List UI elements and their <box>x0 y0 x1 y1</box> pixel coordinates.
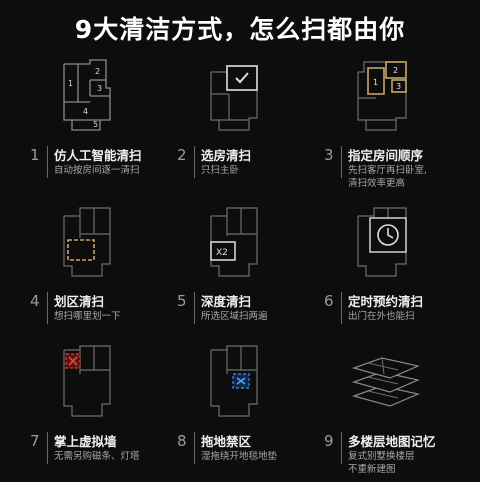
feature-desc: 无需另购磁条、灯塔 <box>54 451 140 462</box>
feature-desc: 先扫客厅再扫卧室, 清扫效率更高 <box>348 165 428 189</box>
feature-desc: 自动按房间逐一清扫 <box>54 165 140 176</box>
feature-number: 3 <box>324 146 334 164</box>
divider <box>47 432 48 464</box>
feature-card-8: 8 拖地禁区 湿拖绕开地毯地垫 <box>167 344 313 482</box>
feature-number: 9 <box>324 432 334 450</box>
feature-number: 1 <box>30 146 40 164</box>
feature-title: 指定房间顺序 <box>348 148 424 163</box>
feature-number: 8 <box>177 432 187 450</box>
feature-card-5: X2 5 深度清扫 所选区域扫两遍 <box>167 204 313 342</box>
feature-number: 4 <box>30 292 40 310</box>
feature-title: 掌上虚拟墙 <box>54 434 117 449</box>
feature-desc: 只扫主卧 <box>201 165 240 176</box>
feature-card-4: 4 划区清扫 想扫哪里划一下 <box>20 204 166 342</box>
feature-card-7: 7 掌上虚拟墙 无需另购磁条、灯塔 <box>20 344 166 482</box>
feature-number: 6 <box>324 292 334 310</box>
feature-desc: 复式别墅换楼层 不重新建图 <box>348 451 415 475</box>
feature-desc: 想扫哪里划一下 <box>54 311 121 322</box>
page-title: 9大清洁方式，怎么扫都由你 <box>74 15 406 44</box>
feature-title: 选房清扫 <box>201 148 252 163</box>
feature-title: 深度清扫 <box>201 294 252 309</box>
virtual-wall-icon <box>50 344 132 420</box>
divider <box>194 432 195 464</box>
room-order-3: 3 <box>396 82 401 91</box>
room-order-2: 2 <box>393 66 398 75</box>
divider <box>341 432 342 464</box>
feature-card-3: 1 2 3 3 指定房间顺序 先扫客厅再扫卧室, 清扫效率更高 <box>314 58 460 196</box>
deep-clean-icon: X2 <box>197 204 279 280</box>
feature-title: 拖地禁区 <box>201 434 252 449</box>
select-room-icon <box>197 58 279 134</box>
feature-title: 划区清扫 <box>54 294 105 309</box>
x2-badge: X2 <box>216 248 228 258</box>
room-label-3: 3 <box>97 84 102 93</box>
feature-number: 7 <box>30 432 40 450</box>
room-label-2: 2 <box>95 67 100 76</box>
feature-number: 5 <box>177 292 187 310</box>
feature-card-9: 9 多楼层地图记忆 复式别墅换楼层 不重新建图 <box>314 344 460 482</box>
feature-number: 2 <box>177 146 187 164</box>
feature-card-1: 1 2 3 4 5 1 仿人工智能清扫 自动按房间逐一清扫 <box>20 58 166 196</box>
divider <box>341 292 342 324</box>
feature-title: 多楼层地图记忆 <box>348 434 436 449</box>
divider <box>194 146 195 178</box>
feature-grid: 1 2 3 4 5 1 仿人工智能清扫 自动按房间逐一清扫 2 选房清扫 只扫主… <box>20 58 460 475</box>
feature-desc: 出门在外也能扫 <box>348 311 415 322</box>
divider <box>47 146 48 178</box>
room-order-1: 1 <box>373 78 378 87</box>
room-label-1: 1 <box>68 79 73 88</box>
room-order-icon: 1 2 3 <box>344 58 426 134</box>
feature-title: 仿人工智能清扫 <box>54 148 142 163</box>
feature-card-6: 6 定时预约清扫 出门在外也能扫 <box>314 204 460 342</box>
feature-desc: 湿拖绕开地毯地垫 <box>201 451 278 462</box>
feature-card-2: 2 选房清扫 只扫主卧 <box>167 58 313 196</box>
floorplan-rooms-icon: 1 2 3 4 5 <box>50 58 132 134</box>
feature-title: 定时预约清扫 <box>348 294 424 309</box>
no-mop-zone-icon <box>197 344 279 420</box>
divider <box>47 292 48 324</box>
multi-floor-map-icon <box>344 344 426 420</box>
feature-desc: 所选区域扫两遍 <box>201 311 268 322</box>
room-label-4: 4 <box>83 107 88 116</box>
zone-draw-icon <box>50 204 132 280</box>
room-label-5: 5 <box>93 120 98 129</box>
schedule-clock-icon <box>344 204 426 280</box>
divider <box>341 146 342 178</box>
divider <box>194 292 195 324</box>
